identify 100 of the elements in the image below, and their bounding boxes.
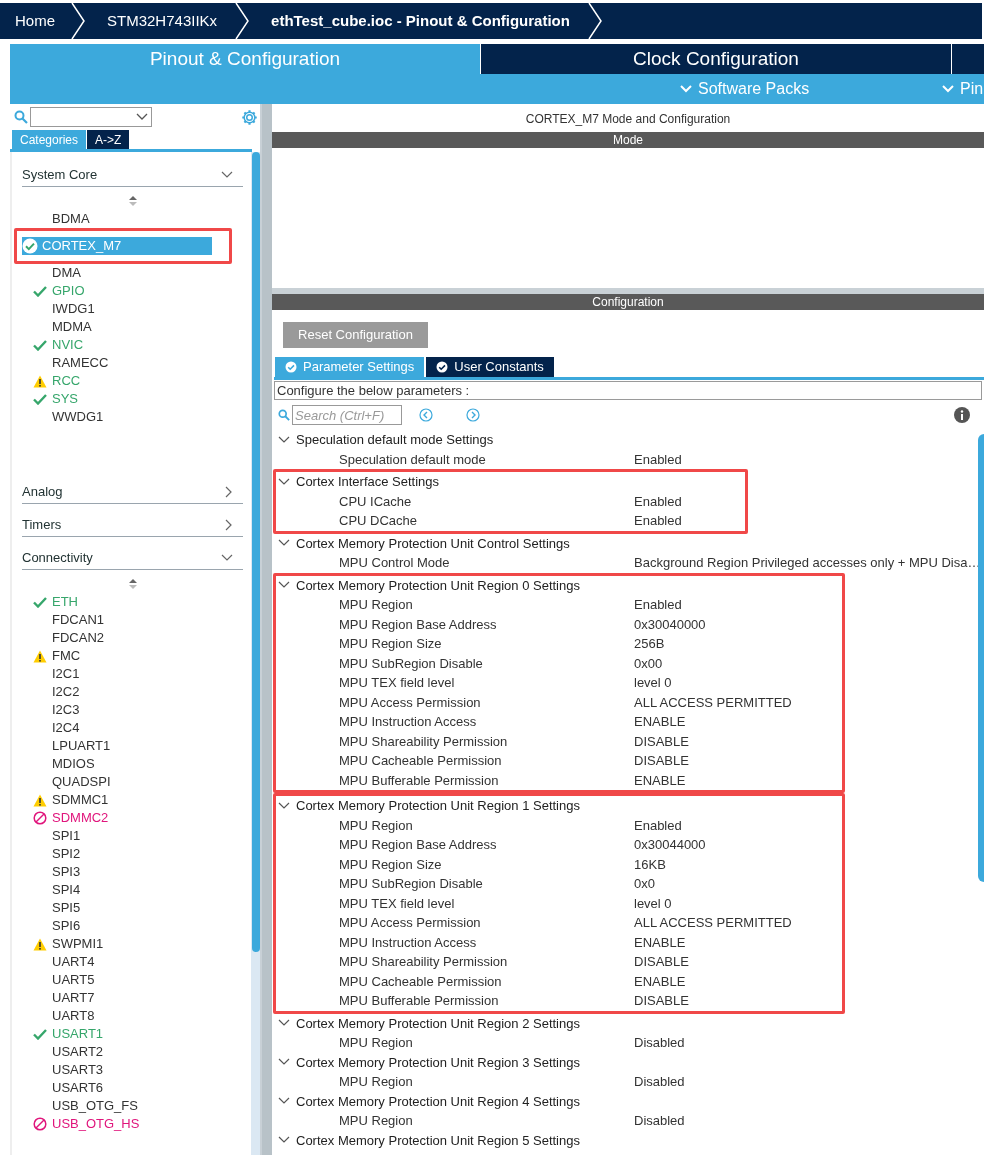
main-tab[interactable]: Clock Configuration <box>481 44 952 74</box>
sort-arrows-icon[interactable] <box>128 579 137 589</box>
sidebar-item[interactable]: UART7 <box>32 989 222 1007</box>
sidebar-item[interactable]: SPI4 <box>32 881 222 899</box>
category-header[interactable]: Timers <box>22 513 243 537</box>
parameter-value[interactable]: ENABLE <box>634 770 686 790</box>
parameter-value[interactable]: DISABLE <box>634 731 689 751</box>
sidebar-item[interactable]: I2C2 <box>32 683 222 701</box>
group-header[interactable]: Cortex Memory Protection Unit Region 1 Settings <box>278 796 580 816</box>
breadcrumb-link[interactable]: Home <box>0 3 71 39</box>
parameter-value[interactable]: DISABLE <box>634 991 689 1011</box>
search-icon <box>14 110 28 124</box>
parameter-value[interactable]: ALL ACCESS PERMITTED <box>634 692 792 712</box>
group-header[interactable]: Cortex Memory Protection Unit Region 0 Settings <box>278 575 580 595</box>
sidebar-item[interactable]: SDMMC2 <box>32 809 222 827</box>
config-tab[interactable]: User Constants <box>426 357 554 377</box>
group-header[interactable]: Cortex Memory Protection Unit Region 4 Settings <box>278 1091 580 1111</box>
parameter-value[interactable]: 0x30040000 <box>634 614 706 634</box>
parameter-value[interactable]: ENABLE <box>634 971 686 991</box>
sidebar-item[interactable]: SPI6 <box>32 917 222 935</box>
parameter-value[interactable]: 0x0 <box>634 874 655 894</box>
sidebar-item[interactable]: USB_OTG_HS <box>32 1115 222 1133</box>
breadcrumb-link[interactable]: STM32H743IIKx <box>85 3 236 39</box>
search-icon <box>278 409 290 421</box>
sidebar-item[interactable]: I2C3 <box>32 701 222 719</box>
sidebar-item[interactable]: FMC <box>32 647 222 665</box>
category-header[interactable]: System Core <box>22 163 243 187</box>
sidebar-item[interactable]: SDMMC1 <box>32 791 222 809</box>
sidebar-item[interactable]: FDCAN2 <box>32 629 222 647</box>
sidebar-item[interactable]: UART8 <box>32 1007 222 1025</box>
sidebar-item[interactable]: USART2 <box>32 1043 222 1061</box>
sidebar-tab[interactable]: A->Z <box>87 130 130 149</box>
sidebar-item[interactable]: SPI5 <box>32 899 222 917</box>
parameter-value[interactable]: level 0 <box>634 673 672 693</box>
breadcrumb-link[interactable]: ethTest_cube.ioc - Pinout & Configuration <box>249 3 588 39</box>
parameter-value[interactable]: 256B <box>634 634 665 654</box>
sort-arrows-icon[interactable] <box>128 196 137 206</box>
category-header[interactable]: Analog <box>22 480 243 504</box>
parameter-value[interactable]: ALL ACCESS PERMITTED <box>634 913 792 933</box>
parameter-value[interactable]: ENABLE <box>634 932 686 952</box>
sidebar-item[interactable]: WWDG1 <box>32 408 222 426</box>
sidebar-item[interactable]: DMA <box>32 264 222 282</box>
sidebar-item[interactable]: UART4 <box>32 953 222 971</box>
sidebar-item[interactable]: USART3 <box>32 1061 222 1079</box>
sidebar-item[interactable]: QUADSPI <box>32 773 222 791</box>
parameter-value[interactable]: Disabled <box>634 1111 685 1131</box>
parameter-value[interactable]: Disabled <box>634 1072 685 1092</box>
settings-icon[interactable] <box>241 108 258 126</box>
group-header[interactable]: Cortex Interface Settings <box>278 472 440 492</box>
parameter-value[interactable]: ENABLE <box>634 712 686 732</box>
parameter-value[interactable]: Enabled <box>634 511 682 531</box>
group-header[interactable]: Cortex Memory Protection Unit Control Settings <box>278 533 570 553</box>
category-header[interactable]: Connectivity <box>22 546 243 570</box>
next-icon[interactable] <box>466 408 480 422</box>
warning-icon <box>33 937 47 951</box>
parameter-value[interactable]: Enabled <box>634 491 682 511</box>
previous-icon[interactable] <box>419 408 433 422</box>
filter-dropdown[interactable] <box>30 107 152 127</box>
scrollbar-thumb[interactable] <box>978 434 984 882</box>
sidebar-item[interactable]: SPI1 <box>32 827 222 845</box>
chevron-right-icon <box>225 518 233 531</box>
scrollbar-thumb[interactable] <box>252 152 260 952</box>
sidebar-item[interactable]: LPUART1 <box>32 737 222 755</box>
parameter-value[interactable]: 0x00 <box>634 653 663 673</box>
group-header[interactable]: Cortex Memory Protection Unit Region 5 Settings <box>278 1130 580 1150</box>
sidebar-item[interactable]: IWDG1 <box>32 300 222 318</box>
sidebar-item[interactable]: RAMECC <box>32 354 222 372</box>
sidebar-item[interactable]: USB_OTG_FS <box>32 1097 222 1115</box>
parameter-value[interactable]: DISABLE <box>634 751 689 771</box>
parameter-value[interactable]: 0x30044000 <box>634 835 706 855</box>
group-header[interactable]: Cortex Memory Protection Unit Region 3 Settings <box>278 1052 580 1072</box>
sidebar-item[interactable]: USART6 <box>32 1079 222 1097</box>
parameter-name: MPU SubRegion Disable <box>339 875 484 893</box>
parameter-value[interactable]: Enabled <box>634 815 682 835</box>
search-field[interactable]: Search (Ctrl+F) <box>292 405 402 425</box>
parameter-value[interactable]: Background Region Privileged accesses only + MPU Disa… <box>634 553 981 573</box>
sidebar-item[interactable]: MDIOS <box>32 755 222 773</box>
check-icon <box>33 393 47 405</box>
parameter-name: MPU Instruction Access <box>339 933 478 952</box>
sidebar-item[interactable]: SWPMI1 <box>32 935 222 953</box>
sidebar-item[interactable]: SPI2 <box>32 845 222 863</box>
sidebar-item[interactable]: UART5 <box>32 971 222 989</box>
info-icon[interactable] <box>954 407 970 423</box>
chevron-down-icon <box>278 1136 290 1145</box>
parameter-value[interactable]: Disabled <box>634 1033 685 1053</box>
instructions-text: Configure the below parameters : <box>274 381 982 400</box>
parameter-value[interactable]: DISABLE <box>634 952 689 972</box>
sidebar-item[interactable]: I2C1 <box>32 665 222 683</box>
parameter-value[interactable]: Enabled <box>634 595 682 615</box>
sidebar-item[interactable]: MDMA <box>32 318 222 336</box>
sidebar-item[interactable]: BDMA <box>32 210 222 228</box>
group-header[interactable]: Speculation default mode Settings <box>278 430 494 450</box>
sidebar-item[interactable]: SPI3 <box>32 863 222 881</box>
sidebar-item[interactable]: FDCAN1 <box>32 611 222 629</box>
parameter-value[interactable]: 16KB <box>634 854 666 874</box>
parameter-value[interactable]: Enabled <box>634 449 682 469</box>
parameter-value[interactable]: level 0 <box>634 893 672 913</box>
warning-icon <box>33 649 47 663</box>
group-header[interactable]: Cortex Memory Protection Unit Region 2 Settings <box>278 1013 580 1033</box>
sidebar-item[interactable]: I2C4 <box>32 719 222 737</box>
